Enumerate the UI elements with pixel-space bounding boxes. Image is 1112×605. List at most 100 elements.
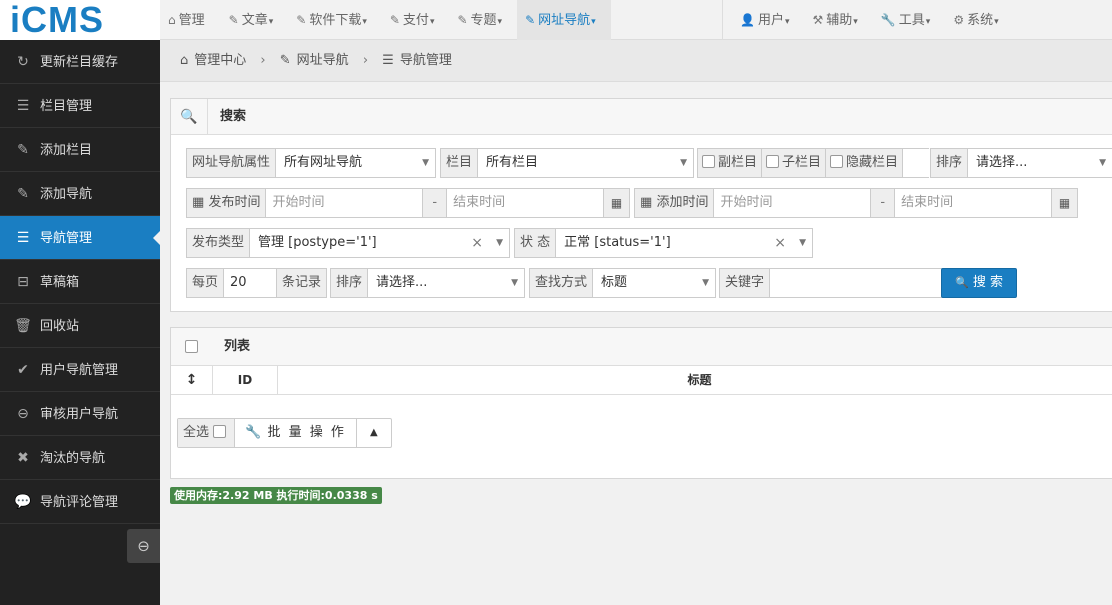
child-category-checkbox[interactable]: 子栏目 <box>762 149 827 177</box>
keyword-input[interactable] <box>770 269 943 297</box>
hidden-category-checkbox[interactable]: 隐藏栏目 <box>826 149 904 177</box>
column-title[interactable]: 标题 <box>278 366 1112 395</box>
find-mode-value: 标题 <box>601 275 628 290</box>
sidebar-item-1[interactable]: ☰ 栏目管理 <box>0 84 160 128</box>
sort2-select[interactable]: 排序 请选择... ▼ <box>330 268 525 298</box>
batch-operation-button[interactable]: 🔧 批 量 操 作 <box>235 419 357 447</box>
publish-type-label: 发布类型 <box>187 229 251 257</box>
calendar-icon: ▦ <box>192 195 205 210</box>
sort-select[interactable]: 排序 请选择... ▼ <box>930 148 1112 178</box>
batch-dropdown-toggle[interactable]: ▲ <box>357 419 391 447</box>
per-page-label: 每页 <box>187 269 225 297</box>
sort-icon[interactable]: ↕ <box>171 366 213 395</box>
sidebar-item-label: 添加栏目 <box>40 143 93 158</box>
hidden-category-label: 隐藏栏目 <box>846 155 899 170</box>
sidebar-icon: ☰ <box>16 230 30 246</box>
sidebar-collapse-button[interactable]: ⊖ <box>127 529 160 563</box>
nav-item-nav-left-5[interactable]: ✎ 网址导航▾ <box>517 0 611 40</box>
nav-item-nav-left-4[interactable]: ✎ 专题▾ <box>449 0 517 40</box>
nav-divider <box>722 0 723 40</box>
sidebar-item-5[interactable]: ⊟ 草稿箱 <box>0 260 160 304</box>
checkbox-icon <box>766 155 780 168</box>
nav-item-nav-right-3[interactable]: ⚙ 系统▾ <box>945 0 1013 40</box>
add-end-input[interactable]: 结束时间 <box>895 189 1051 217</box>
search-icon: 🔍 <box>171 99 208 135</box>
breadcrumb-level2: 导航管理 <box>399 53 452 68</box>
per-page-field: 每页 20 条记录 <box>186 268 327 298</box>
column-id[interactable]: ID <box>213 366 278 395</box>
sidebar-item-3[interactable]: ✎ 添加导航 <box>0 172 160 216</box>
sidebar-item-7[interactable]: ✔ 用户导航管理 <box>0 348 160 392</box>
search-button[interactable]: 🔍 搜 索 <box>941 268 1017 298</box>
top-navbar: iCMS ⌂ 管理 ✎ 文章▾ ✎ 软件下载▾ ✎ 支付▾ ✎ 专题▾ ✎ 网址导航▾ 👤 用户▾ ⚒ 辅助… <box>0 0 1112 40</box>
breadcrumb-home[interactable]: 管理中心 <box>194 53 246 68</box>
select-all-checkbox[interactable]: 全选 <box>178 419 236 447</box>
sub-category-checkbox[interactable]: 副栏目 <box>698 149 763 177</box>
nav-label: 管理 <box>178 13 205 28</box>
breadcrumb-separator: › <box>362 53 369 68</box>
sidebar-item-2[interactable]: ✎ 添加栏目 <box>0 128 160 172</box>
category-value: 所有栏目 <box>486 155 539 170</box>
sidebar-item-8[interactable]: ⊖ 审核用户导航 <box>0 392 160 436</box>
batch-operation-label: 批 量 操 作 <box>267 425 346 440</box>
nav-label: 系统 <box>967 13 994 28</box>
sidebar-item-0[interactable]: ↻ 更新栏目缓存 <box>0 40 160 84</box>
sidebar-icon: ✔ <box>17 362 29 378</box>
caret-down-icon: ▾ <box>994 17 999 27</box>
keyword-field: 关键字 <box>719 268 943 298</box>
clear-icon[interactable]: × <box>471 229 483 257</box>
nav-icon: ⚒ <box>812 13 824 27</box>
nav-item-nav-right-1[interactable]: ⚒ 辅助▾ <box>805 0 873 40</box>
sidebar-icon: ↻ <box>17 54 29 70</box>
dropdown-arrow-icon: ▼ <box>702 278 709 288</box>
per-page-input[interactable]: 20 <box>224 269 276 297</box>
caret-down-icon: ▾ <box>497 17 503 27</box>
nav-label: 专题 <box>470 13 497 28</box>
status-select[interactable]: 状 态 正常 [status='1'] × ▼ <box>514 228 813 258</box>
table-header: ↕ ID 标题 <box>171 366 1112 395</box>
breadcrumb-level1[interactable]: 网址导航 <box>297 53 349 68</box>
nav-item-nav-left-1[interactable]: ✎ 文章▾ <box>221 0 289 40</box>
calendar-icon[interactable]: ▦ <box>603 189 629 217</box>
search-panel-header: 🔍 搜索 <box>171 99 1112 135</box>
nav-label: 网址导航 <box>538 13 591 28</box>
sidebar-item-6[interactable]: 🗑 回收站 <box>0 304 160 348</box>
publish-end-input[interactable]: 结束时间 <box>447 189 603 217</box>
sidebar-item-10[interactable]: 💬 导航评论管理 <box>0 480 160 524</box>
find-mode-select[interactable]: 查找方式 标题 ▼ <box>529 268 716 298</box>
nav-item-nav-right-0[interactable]: 👤 用户▾ <box>732 0 805 40</box>
category-options: 副栏目 子栏目 隐藏栏目 <box>697 148 929 178</box>
clear-icon[interactable]: × <box>774 229 786 257</box>
child-category-label: 子栏目 <box>782 155 822 170</box>
caret-up-icon: ▲ <box>370 427 378 438</box>
sidebar-icon: 🗑 <box>14 318 32 334</box>
nav-item-nav-left-2[interactable]: ✎ 软件下载▾ <box>288 0 382 40</box>
sidebar-item-4[interactable]: ☰ 导航管理 <box>0 216 160 260</box>
sort2-value: 请选择... <box>376 275 428 290</box>
keyword-label: 关键字 <box>720 269 771 297</box>
nav-item-nav-right-2[interactable]: 🔧 工具▾ <box>873 0 946 40</box>
category-select[interactable]: 栏目 所有栏目 ▼ <box>440 148 694 178</box>
edit-icon: ✎ <box>279 53 291 68</box>
attr-select[interactable]: 网址导航属性 所有网址导航 ▼ <box>186 148 436 178</box>
dropdown-arrow-icon: ▼ <box>496 238 503 248</box>
nav-icon: ⌂ <box>168 13 176 27</box>
nav-item-nav-left-3[interactable]: ✎ 支付▾ <box>382 0 450 40</box>
sidebar-item-label: 更新栏目缓存 <box>40 55 119 70</box>
nav-icon: ✎ <box>228 13 239 27</box>
publish-start-input[interactable]: 开始时间 <box>266 189 422 217</box>
calendar-icon[interactable]: ▦ <box>1051 189 1077 217</box>
nav-label: 软件下载 <box>309 13 362 28</box>
range-dash: - <box>422 189 448 217</box>
batch-toolbar: 全选 🔧 批 量 操 作 ▲ <box>177 418 392 448</box>
publish-time-range: ▦ 发布时间 开始时间 - 结束时间 ▦ <box>186 188 630 218</box>
nav-item-nav-left-0[interactable]: ⌂ 管理 <box>160 0 221 40</box>
select-all-header-checkbox[interactable] <box>185 340 198 353</box>
publish-type-value: 管理 [postype='1'] <box>258 235 377 250</box>
logo[interactable]: iCMS <box>0 0 160 40</box>
sidebar-item-9[interactable]: ✖ 淘汰的导航 <box>0 436 160 480</box>
publish-type-select[interactable]: 发布类型 管理 [postype='1'] × ▼ <box>186 228 510 258</box>
caret-down-icon: ▾ <box>853 17 858 27</box>
add-start-input[interactable]: 开始时间 <box>714 189 870 217</box>
list-panel-title: 列表 <box>224 339 251 354</box>
